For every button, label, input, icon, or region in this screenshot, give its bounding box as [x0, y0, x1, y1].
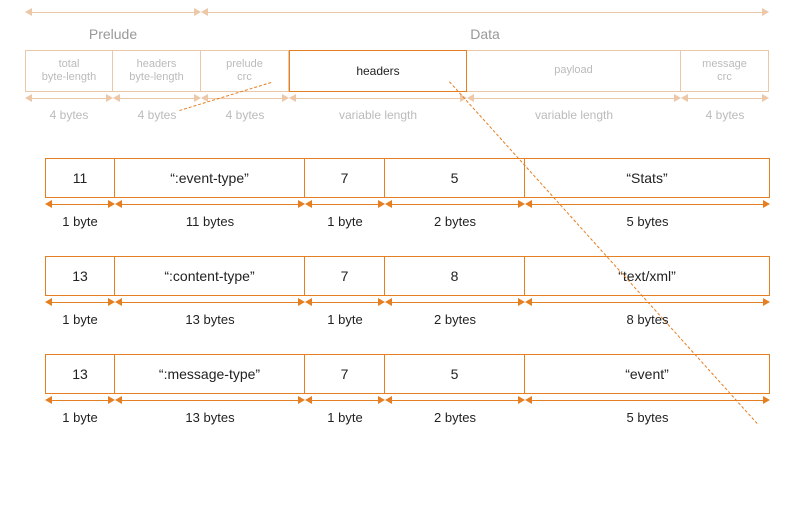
cell-headers-length: headers byte-length	[113, 50, 201, 92]
b: 11 bytes	[115, 212, 305, 228]
t: “:event-type”	[170, 170, 249, 186]
t: 5	[451, 170, 459, 186]
t: 13	[72, 366, 88, 382]
t: 1 byte	[45, 212, 115, 229]
cell-total-length: total byte-length	[25, 50, 113, 92]
t: “text/xml”	[618, 268, 676, 284]
t: “:message-type”	[159, 366, 260, 382]
t: “event”	[625, 366, 669, 382]
cell-payload: payload	[467, 50, 681, 92]
t: 1 byte	[305, 310, 385, 327]
b: 1 byte	[305, 310, 385, 326]
byte-row-1: 1 byte 11 bytes 1 byte 2 bytes 5 bytes	[45, 212, 780, 228]
b: 1 byte	[45, 310, 115, 326]
size-payload: variable length	[467, 106, 681, 122]
header-row-content-type: 13 “:content-type” 7 8 “text/xml”	[45, 256, 780, 296]
b: 1 byte	[45, 408, 115, 424]
t: 11	[73, 170, 88, 186]
t: 4 bytes	[681, 106, 769, 122]
t: 1 byte	[305, 212, 385, 229]
text: payload	[554, 64, 593, 77]
hcell: 7	[305, 354, 385, 394]
hcell: 5	[385, 354, 525, 394]
t: 13 bytes	[115, 310, 305, 327]
t: 2 bytes	[385, 408, 525, 425]
b: 13 bytes	[115, 408, 305, 424]
top-sizes-row: 4 bytes 4 bytes 4 bytes variable length …	[25, 106, 780, 122]
text: headers byte-length	[129, 58, 183, 84]
b: 1 byte	[305, 408, 385, 424]
t: 2 bytes	[385, 212, 525, 229]
t: 7	[341, 170, 349, 186]
hcell: “:event-type”	[115, 158, 305, 198]
b: 1 byte	[305, 212, 385, 228]
section-data-label: Data	[201, 20, 769, 36]
hcell: 13	[45, 354, 115, 394]
hcell: “text/xml”	[525, 256, 770, 296]
t: variable length	[467, 106, 681, 122]
header-row-message-type: 13 “:message-type” 7 5 “event”	[45, 354, 780, 394]
hcell: 5	[385, 158, 525, 198]
hcell: “:content-type”	[115, 256, 305, 296]
size-msgcrc: 4 bytes	[681, 106, 769, 122]
hcell: “:message-type”	[115, 354, 305, 394]
text: total byte-length	[42, 58, 96, 84]
t: “:content-type”	[164, 268, 254, 284]
section-prelude-label: Prelude	[25, 20, 201, 36]
hcell: “event”	[525, 354, 770, 394]
size-headers: variable length	[289, 106, 467, 122]
b: 13 bytes	[115, 310, 305, 326]
t: 1 byte	[305, 408, 385, 425]
t: 13 bytes	[115, 408, 305, 425]
t: 8 bytes	[525, 310, 770, 327]
hcell: 11	[45, 158, 115, 198]
t: 5 bytes	[525, 408, 770, 425]
t: 13	[72, 268, 88, 284]
text: prelude crc	[226, 58, 263, 84]
header-row-event-type: 11 “:event-type” 7 5 “Stats”	[45, 158, 780, 198]
b: 2 bytes	[385, 212, 525, 228]
t: 4 bytes	[201, 106, 289, 122]
text-data: Data	[201, 24, 769, 42]
hcell: 7	[305, 256, 385, 296]
t: 11 bytes	[115, 212, 305, 229]
hcell: 8	[385, 256, 525, 296]
b: 5 bytes	[525, 212, 770, 228]
byte-row-3: 1 byte 13 bytes 1 byte 2 bytes 5 bytes	[45, 408, 780, 424]
hcell: 13	[45, 256, 115, 296]
t: 8	[451, 268, 459, 284]
size-precrc: 4 bytes	[201, 106, 289, 122]
hcell: “Stats”	[525, 158, 770, 198]
t: 2 bytes	[385, 310, 525, 327]
t: 5 bytes	[525, 212, 770, 229]
t: 1 byte	[45, 408, 115, 425]
message-structure-row: total byte-length headers byte-length pr…	[25, 50, 780, 92]
t: 1 byte	[45, 310, 115, 327]
cell-prelude-crc: prelude crc	[201, 50, 289, 92]
byte-row-2: 1 byte 13 bytes 1 byte 2 bytes 8 bytes	[45, 310, 780, 326]
hcell: 7	[305, 158, 385, 198]
cell-message-crc: message crc	[681, 50, 769, 92]
b: 1 byte	[45, 212, 115, 228]
b: 2 bytes	[385, 408, 525, 424]
b: 2 bytes	[385, 310, 525, 326]
text: headers	[356, 64, 399, 78]
t: 7	[341, 268, 349, 284]
t: 5	[451, 366, 459, 382]
text: message crc	[702, 58, 747, 84]
section-labels: Prelude Data	[25, 20, 780, 36]
t: 4 bytes	[25, 106, 113, 122]
size-total: 4 bytes	[25, 106, 113, 122]
b: 5 bytes	[525, 408, 770, 424]
b: 8 bytes	[525, 310, 770, 326]
t: variable length	[289, 106, 467, 122]
t: 7	[341, 366, 349, 382]
t: “Stats”	[626, 170, 667, 186]
text-prelude: Prelude	[25, 24, 201, 42]
cell-headers: headers	[289, 50, 467, 92]
